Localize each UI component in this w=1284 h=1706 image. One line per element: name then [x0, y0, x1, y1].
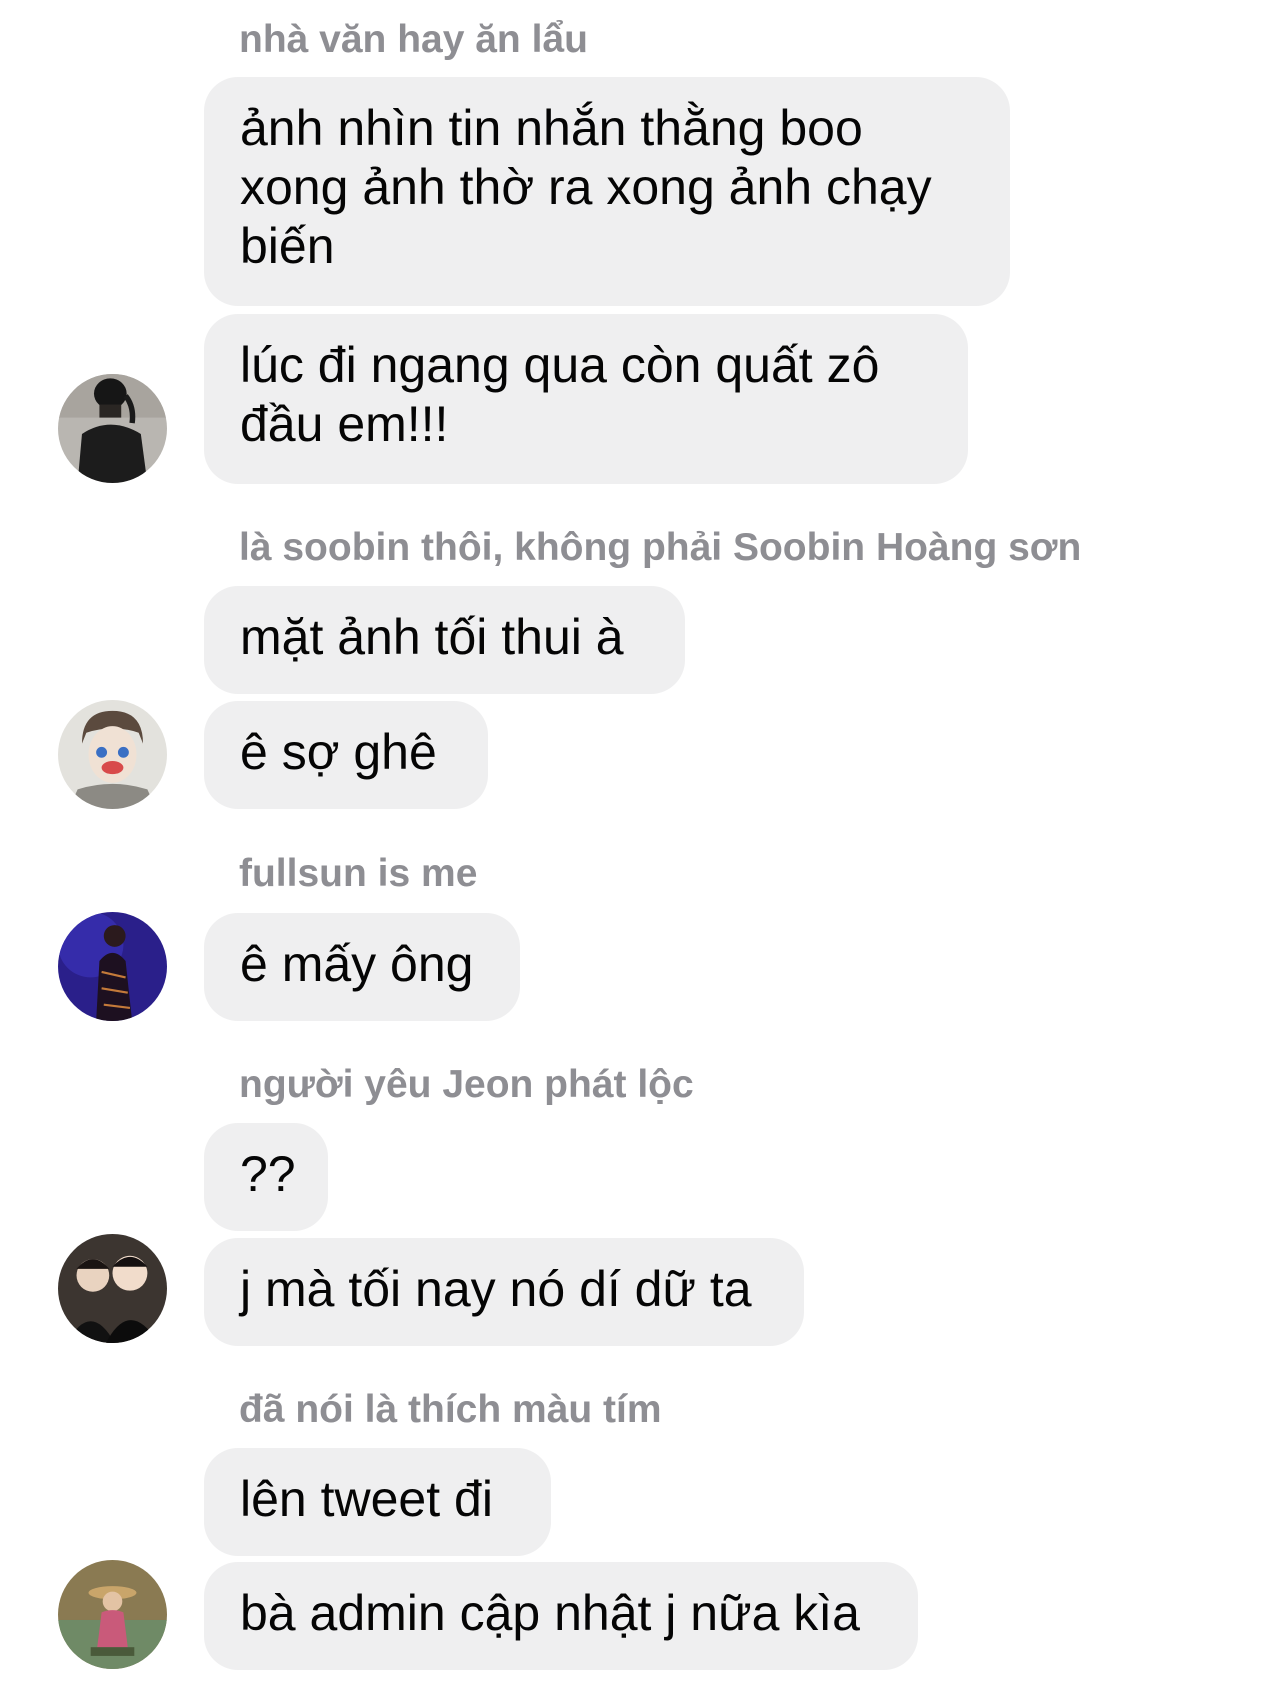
- avatar-dark-figure-icon[interactable]: [58, 374, 167, 483]
- message-bubble[interactable]: ê mấy ông: [204, 913, 520, 1021]
- message-bubble[interactable]: j mà tối nay nó dí dữ ta: [204, 1238, 804, 1346]
- sender-name: fullsun is me: [239, 852, 478, 895]
- sender-name: người yêu Jeon phát lộc: [239, 1063, 694, 1106]
- message-text: mặt ảnh tối thui à: [240, 609, 624, 665]
- sender-name: nhà văn hay ăn lẩu: [239, 18, 588, 61]
- message-bubble[interactable]: ê sợ ghê: [204, 701, 488, 809]
- message-text: lên tweet đi: [240, 1471, 493, 1527]
- message-text: lúc đi ngang qua còn quất zô: [240, 337, 880, 393]
- sender-name: đã nói là thích màu tím: [239, 1388, 662, 1431]
- sender-name: là soobin thôi, không phải Soobin Hoàng …: [239, 526, 1082, 569]
- avatar-outdoor-icon[interactable]: [58, 1560, 167, 1669]
- message-bubble[interactable]: ??: [204, 1123, 328, 1231]
- message-bubble[interactable]: mặt ảnh tối thui à: [204, 586, 685, 694]
- message-text: bà admin cập nhật j nữa kìa: [240, 1585, 860, 1641]
- avatar-stage-blue-icon[interactable]: [58, 912, 167, 1021]
- message-text: đầu em!!!: [240, 396, 449, 452]
- message-bubble[interactable]: bà admin cập nhật j nữa kìa: [204, 1562, 918, 1670]
- avatar-face-paint-icon[interactable]: [58, 700, 167, 809]
- message-text: ê sợ ghê: [240, 724, 437, 780]
- message-text: biến: [240, 218, 335, 274]
- message-bubble[interactable]: lúc đi ngang qua còn quất zô đầu em!!!: [204, 314, 968, 484]
- message-text: j mà tối nay nó dí dữ ta: [240, 1261, 752, 1317]
- message-bubble[interactable]: ảnh nhìn tin nhắn thằng boo xong ảnh thờ…: [204, 77, 1010, 306]
- message-text: ??: [240, 1146, 296, 1202]
- message-bubble[interactable]: lên tweet đi: [204, 1448, 551, 1556]
- message-text: xong ảnh thờ ra xong ảnh chạy: [240, 159, 932, 215]
- message-text: ê mấy ông: [240, 936, 474, 992]
- message-text: ảnh nhìn tin nhắn thằng boo: [240, 100, 863, 156]
- avatar-two-people-icon[interactable]: [58, 1234, 167, 1343]
